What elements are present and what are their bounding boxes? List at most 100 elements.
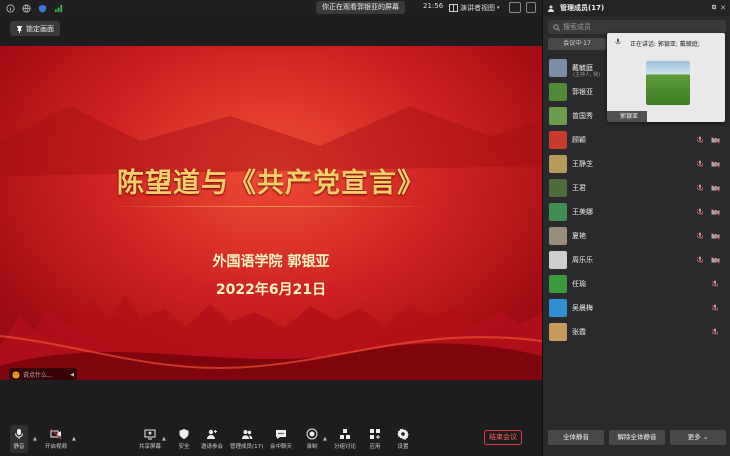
member-name: 顾颖 xyxy=(572,136,586,144)
camera-off-icon[interactable] xyxy=(711,208,720,216)
chevron-down-icon: ⌄ xyxy=(702,433,709,441)
avatar xyxy=(549,251,567,269)
member-search-input[interactable]: 搜索成员 xyxy=(548,20,726,34)
tab-in-meeting[interactable]: 会议中·17 xyxy=(548,38,606,50)
mic-muted-icon[interactable] xyxy=(696,136,704,144)
globe-icon[interactable] xyxy=(22,3,31,13)
member-name: 王美娜 xyxy=(572,208,593,216)
share-screen-icon xyxy=(144,429,156,440)
invite-label: 邀请参会 xyxy=(201,444,224,450)
chevron-down-icon: ▾ xyxy=(497,4,500,11)
record-button[interactable]: 录制 xyxy=(306,428,318,450)
record-icon xyxy=(306,428,318,440)
lock-picture-button[interactable]: 锁定画面 xyxy=(10,21,60,36)
member-row[interactable]: 顾颖 xyxy=(543,128,730,152)
mic-muted-icon[interactable] xyxy=(696,232,704,240)
slide-subtitle: 外国语学院 郭银亚 xyxy=(212,254,330,270)
mic-muted-icon[interactable] xyxy=(696,256,704,264)
record-options-caret[interactable]: ▲ xyxy=(323,436,327,442)
mic-muted-icon[interactable] xyxy=(711,280,719,288)
meeting-timer: 21:56 xyxy=(423,2,444,10)
mic-muted-icon[interactable] xyxy=(696,160,704,168)
avatar xyxy=(549,107,567,125)
member-row[interactable]: 王君 xyxy=(543,176,730,200)
search-icon xyxy=(553,23,560,31)
video-options-caret[interactable]: ▲ xyxy=(72,436,76,442)
mic-muted-icon[interactable] xyxy=(711,304,719,312)
member-row[interactable]: 王美娜 xyxy=(543,200,730,224)
security-button[interactable]: 安全 xyxy=(178,428,190,450)
slide-title: 陈望道与《共产党宣言》 xyxy=(117,168,425,199)
invite-button[interactable]: 邀请参会 xyxy=(201,428,223,450)
member-name: 王君 xyxy=(572,184,586,192)
shared-screen: 陈望道与《共产党宣言》 外国语学院 郭银亚 2022年6月21日 说点什么...… xyxy=(0,46,542,380)
member-row[interactable]: 周乐乐 xyxy=(543,248,730,272)
presentation-slide: 陈望道与《共产党宣言》 外国语学院 郭银亚 2022年6月21日 xyxy=(0,46,542,380)
breakout-label: 分组讨论 xyxy=(334,444,357,450)
avatar xyxy=(549,131,567,149)
apps-label: 应用 xyxy=(369,444,381,450)
viewing-banner: 你正在观看郭银亚的屏幕 xyxy=(316,1,405,14)
collapse-icon[interactable]: ◀ xyxy=(70,372,77,378)
more-label: 更多 xyxy=(687,433,701,441)
camera-off-icon[interactable] xyxy=(711,232,720,240)
fullscreen-icon[interactable] xyxy=(509,2,521,13)
view-mode-button[interactable]: 演讲者视图 ▾ xyxy=(449,1,500,14)
shield-icon xyxy=(179,429,189,439)
chat-button[interactable]: 会中聊天 xyxy=(270,428,292,450)
close-icon[interactable]: ✕ xyxy=(720,4,730,12)
info-icon[interactable] xyxy=(6,3,15,13)
avatar xyxy=(549,59,567,77)
member-row[interactable]: 夏艳 xyxy=(543,224,730,248)
camera-off-icon[interactable] xyxy=(711,160,720,168)
microphone-icon xyxy=(15,429,23,439)
top-bar: 你正在观看郭银亚的屏幕 21:56 演讲者视图 ▾ xyxy=(0,0,542,16)
emoji-icon[interactable] xyxy=(12,371,20,379)
camera-off-icon xyxy=(50,428,62,440)
shield-icon[interactable] xyxy=(38,4,47,13)
mute-all-button[interactable]: 全体静音 xyxy=(548,430,604,445)
record-label: 录制 xyxy=(306,444,318,450)
video-button[interactable]: 开启视频 xyxy=(45,428,67,450)
member-row[interactable]: 吴晨梅 xyxy=(543,296,730,320)
manage-members-button[interactable]: 管理成员(17) xyxy=(230,428,263,450)
manage-members-label: 管理成员(17) xyxy=(230,444,264,450)
sidebar-toggle-icon[interactable] xyxy=(526,2,536,13)
speaker-name-tag: 郭银亚 xyxy=(607,111,647,122)
settings-button[interactable]: 设置 xyxy=(397,428,409,450)
member-name: 任瑜 xyxy=(572,280,586,288)
add-user-icon xyxy=(207,429,217,439)
slide-date: 2022年6月21日 xyxy=(215,282,327,298)
avatar xyxy=(549,83,567,101)
popout-icon[interactable]: ⧉ xyxy=(712,4,716,12)
share-screen-button[interactable]: 共享屏幕 xyxy=(139,428,161,450)
mic-muted-icon[interactable] xyxy=(711,328,719,336)
member-row[interactable]: 张霞 xyxy=(543,320,730,344)
members-icon xyxy=(548,5,554,12)
mute-options-caret[interactable]: ▲ xyxy=(33,436,37,442)
signal-icon xyxy=(54,4,63,12)
apps-button[interactable]: 应用 xyxy=(369,428,381,450)
mic-muted-icon[interactable] xyxy=(696,184,704,192)
video-label: 开启视频 xyxy=(45,444,68,450)
camera-off-icon[interactable] xyxy=(711,136,720,144)
chat-quick-input[interactable]: 说点什么... ◀ xyxy=(9,368,77,380)
member-row[interactable]: 王静芝 xyxy=(543,152,730,176)
camera-off-icon[interactable] xyxy=(711,256,720,264)
breakout-button[interactable]: 分组讨论 xyxy=(334,428,356,450)
member-name: 郭银亚 xyxy=(572,88,593,96)
chat-icon xyxy=(276,430,286,439)
more-button[interactable]: 更多 ⌄ xyxy=(670,430,726,445)
member-name: 吴晨梅 xyxy=(572,304,593,312)
share-options-caret[interactable]: ▲ xyxy=(162,436,166,442)
member-name: 曾国秀 xyxy=(572,112,593,120)
member-row[interactable]: 任瑜 xyxy=(543,272,730,296)
mute-button[interactable]: 静音 xyxy=(10,425,28,453)
bottom-toolbar: 静音 ▲ 开启视频 ▲ 共享屏幕 ▲ 安全 邀请参会 管理成员(17) 会中聊天 xyxy=(0,416,542,456)
avatar xyxy=(549,203,567,221)
members-panel-footer: 全体静音 解除全体静音 更多 ⌄ xyxy=(543,430,730,448)
mic-muted-icon[interactable] xyxy=(696,208,704,216)
unmute-all-button[interactable]: 解除全体静音 xyxy=(609,430,665,445)
end-meeting-button[interactable]: 结束会议 xyxy=(484,430,522,445)
camera-off-icon[interactable] xyxy=(711,184,720,192)
